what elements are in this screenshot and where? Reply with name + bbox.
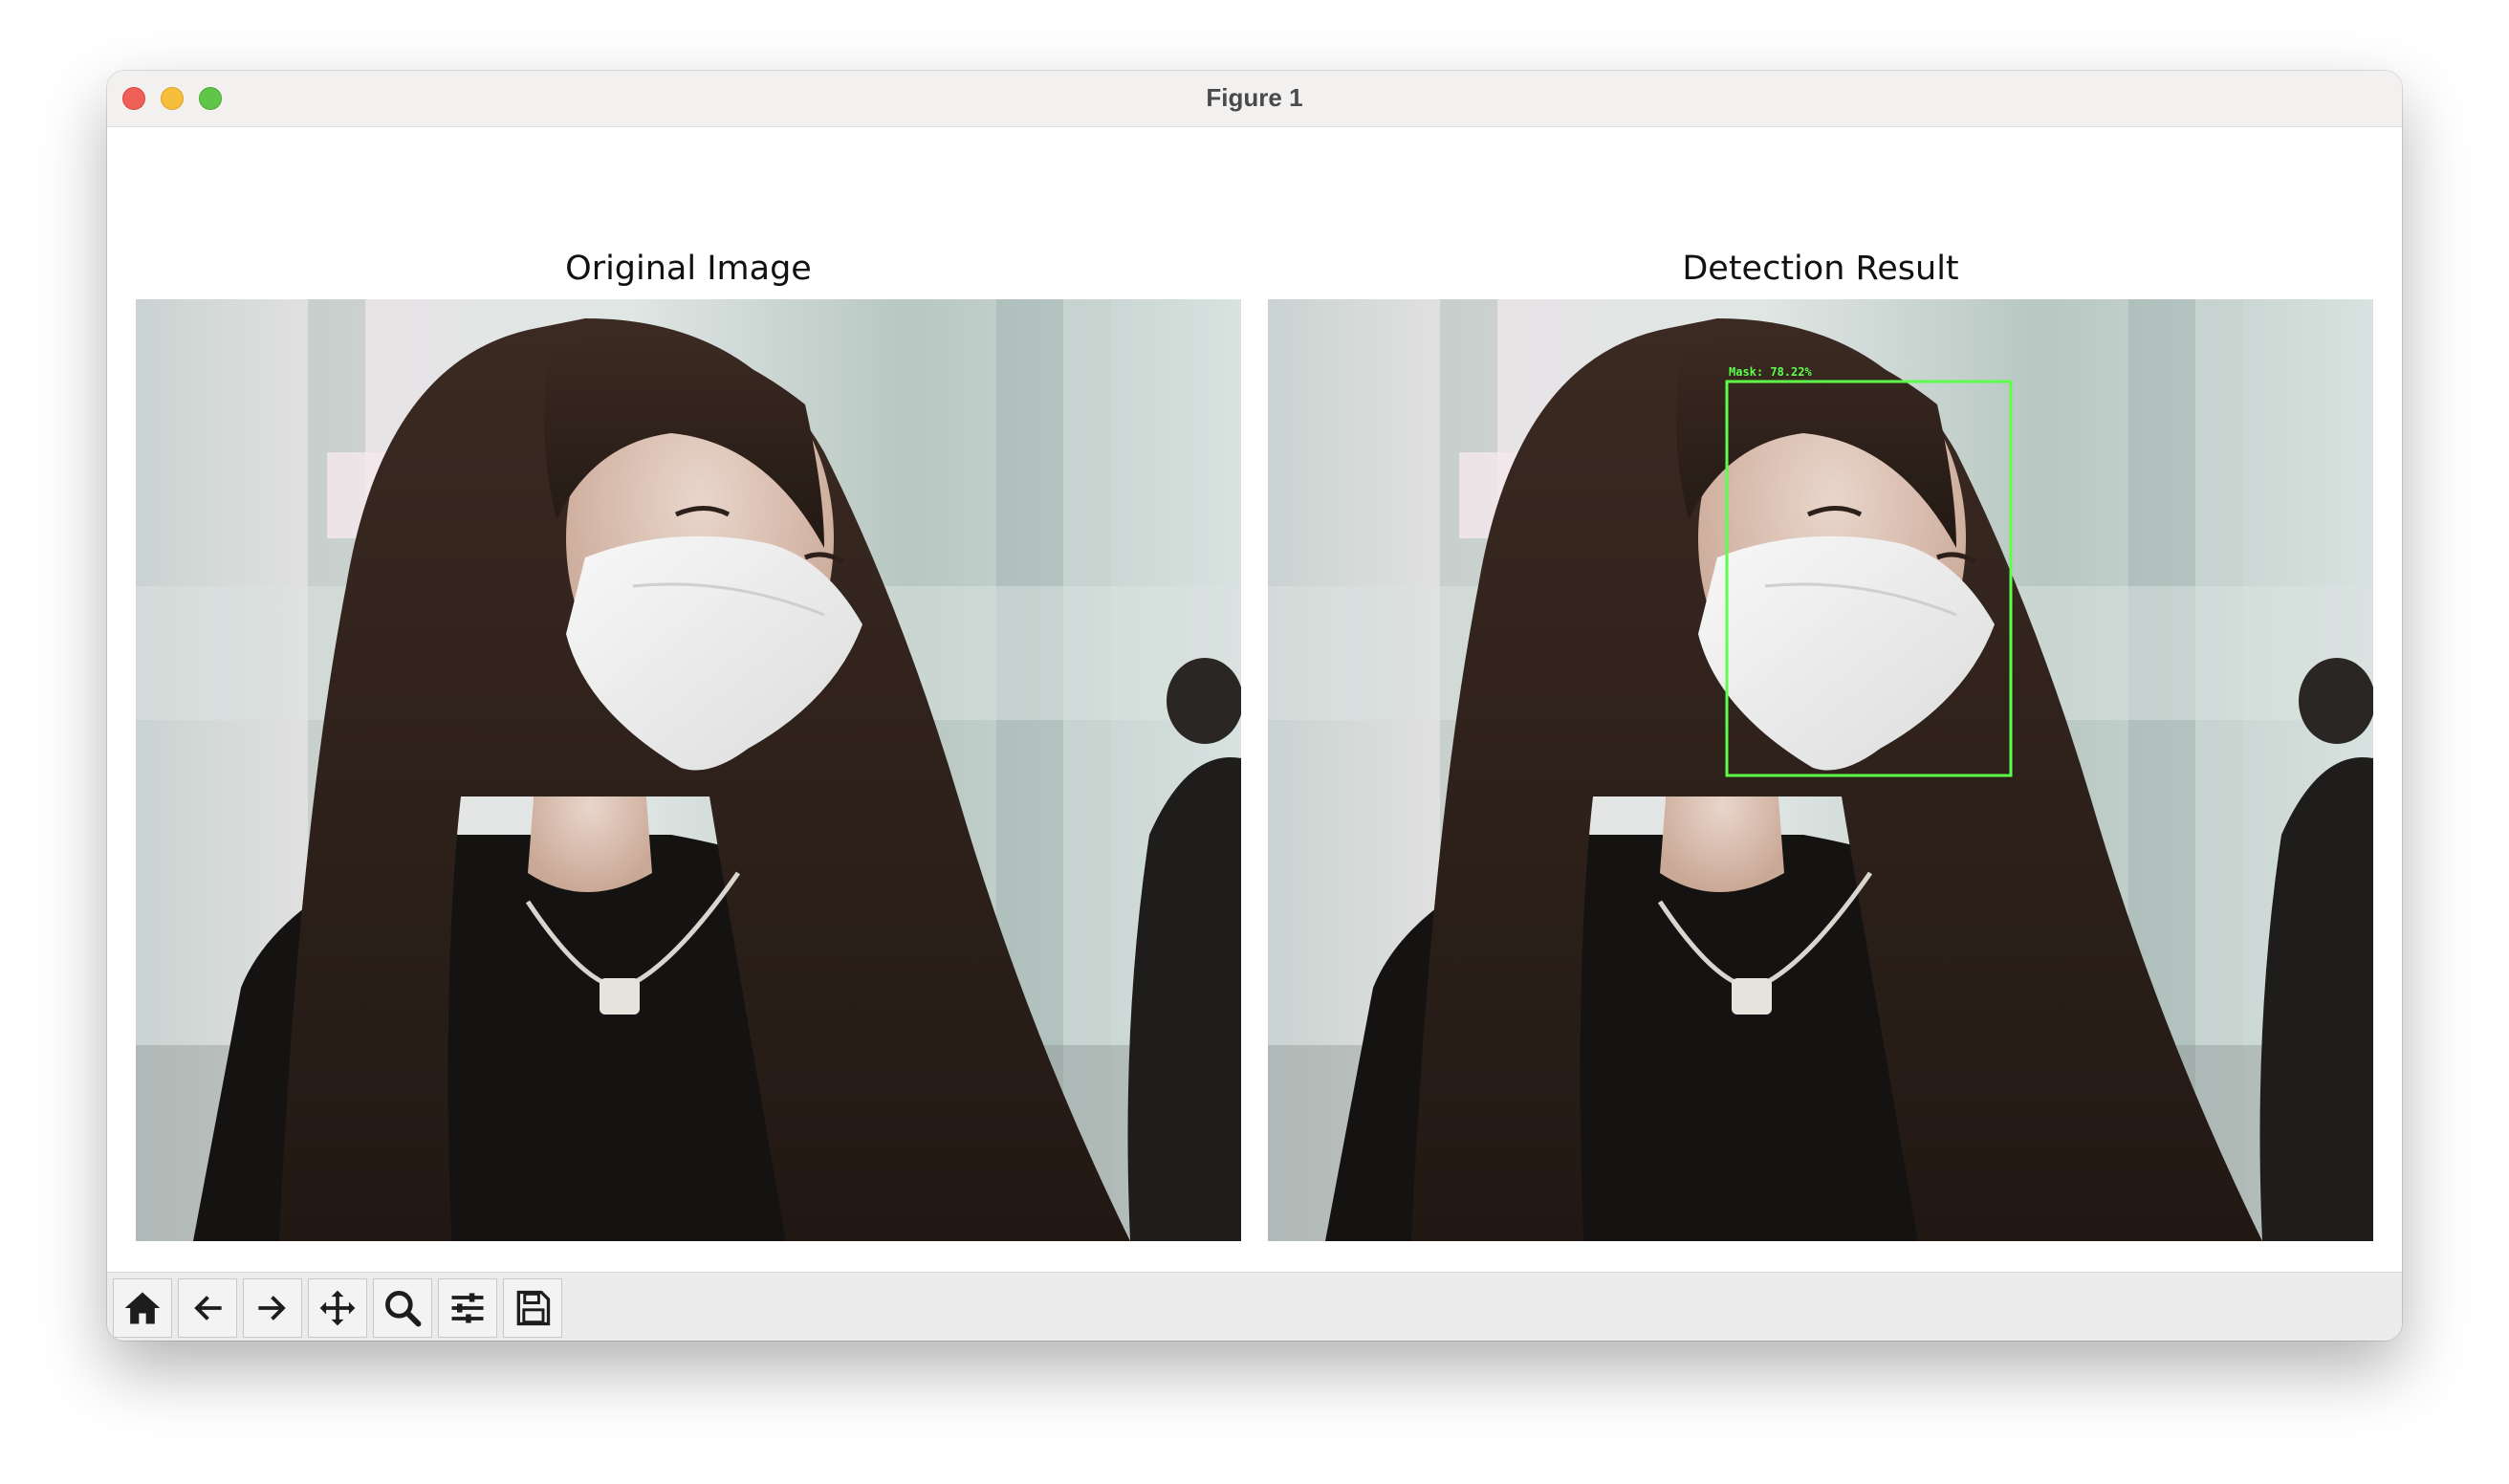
pan-move-icon (319, 1290, 356, 1326)
save-button[interactable] (503, 1278, 562, 1338)
zoom-button[interactable] (373, 1278, 432, 1338)
zoom-magnifier-icon (385, 1291, 422, 1327)
original-image (136, 299, 1241, 1241)
home-icon (124, 1292, 161, 1324)
detection-result-axes[interactable]: Mask: 78.22% (1268, 299, 2373, 1241)
original-image-title: Original Image (565, 250, 812, 288)
configure-subplots-icon (451, 1293, 484, 1323)
forward-button[interactable] (243, 1278, 302, 1338)
pan-button[interactable] (308, 1278, 367, 1338)
forward-arrow-icon (258, 1296, 286, 1320)
window-title: Figure 1 (1206, 83, 1303, 112)
figure-canvas[interactable]: Original Image Detection Result Mask: 78… (107, 127, 2402, 1341)
configure-subplots-button[interactable] (438, 1278, 497, 1338)
save-floppy-icon (516, 1290, 551, 1326)
title-bar: Figure 1 (107, 71, 2402, 127)
detection-label: Mask: 78.22% (1729, 365, 1812, 379)
detection-result-title: Detection Result (1682, 250, 1959, 288)
home-button[interactable] (113, 1278, 172, 1338)
detection-result-image: Mask: 78.22% (1268, 299, 2373, 1241)
back-arrow-icon (194, 1296, 222, 1320)
matplotlib-toolbar (107, 1272, 2402, 1341)
original-image-axes[interactable] (136, 299, 1241, 1241)
back-button[interactable] (178, 1278, 237, 1338)
figure-window: Figure 1 Original Image Detection Result… (107, 71, 2402, 1341)
